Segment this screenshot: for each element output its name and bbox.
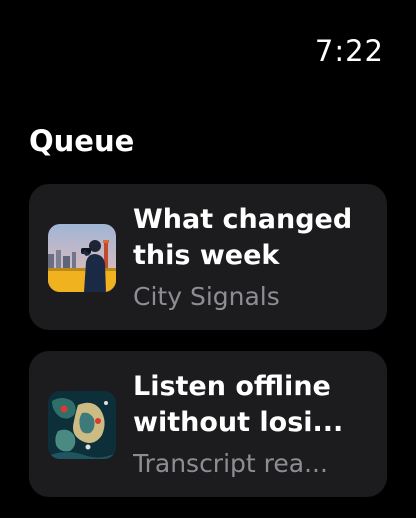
podcast-name: Transcript rea... [133,449,328,478]
episode-artwork [48,224,116,292]
section-title: Queue [29,124,135,158]
queue-item-text: Listen offline without losi... Transcrip… [133,369,369,478]
status-time: 7:22 [314,34,384,68]
episode-title: Listen offline without losi... [133,371,344,438]
queue-list: What changed this week City Signals List… [29,184,387,518]
queue-item[interactable]: Listen offline without losi... Transcrip… [29,351,387,497]
episode-title: What changed this week [133,204,353,271]
queue-item-text: What changed this week City Signals [133,202,369,311]
episode-artwork [48,391,116,459]
queue-item[interactable]: What changed this week City Signals [29,184,387,330]
podcast-name: City Signals [133,282,280,311]
